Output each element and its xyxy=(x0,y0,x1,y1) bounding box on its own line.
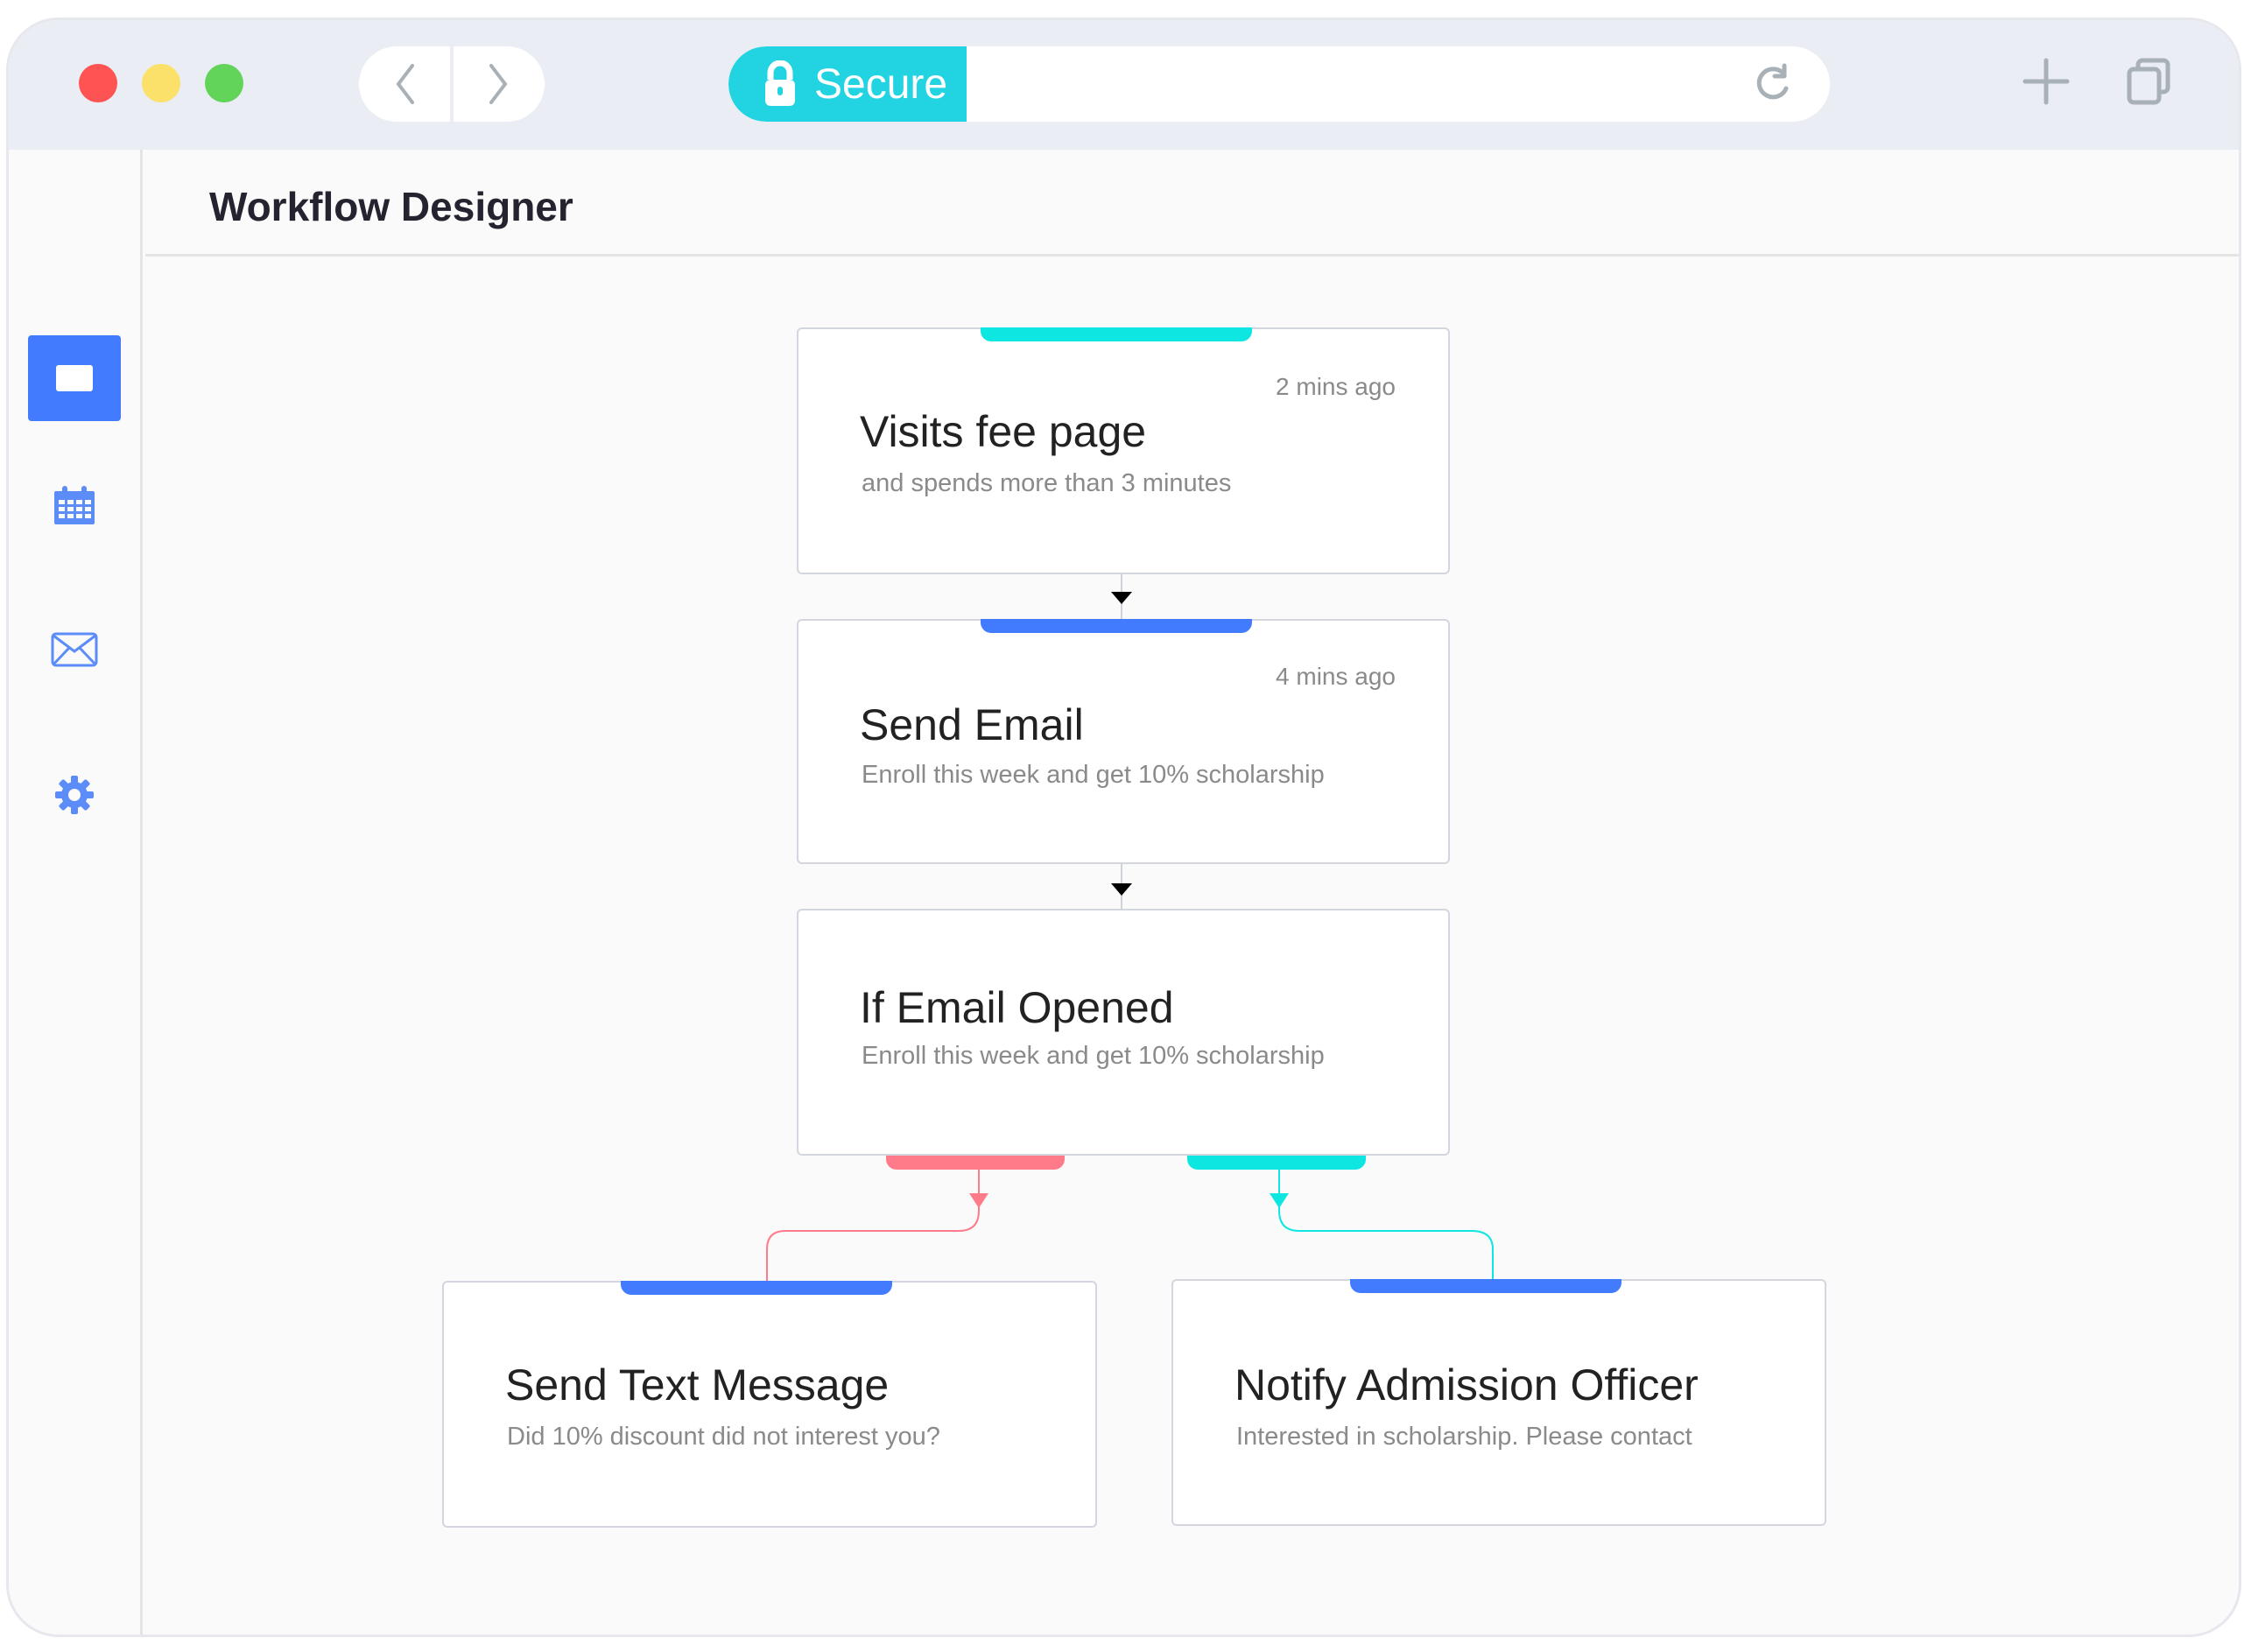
chevron-right-icon xyxy=(489,64,508,104)
chevron-left-icon xyxy=(396,64,414,104)
minimize-window-button[interactable] xyxy=(142,64,180,102)
node-title: If Email Opened xyxy=(860,983,1174,1032)
node-accent-bar xyxy=(1350,1279,1621,1293)
node-subtitle: Enroll this week and get 10% scholarship xyxy=(862,1042,1325,1070)
node-timestamp: 2 mins ago xyxy=(1276,373,1396,400)
node-title: Send Email xyxy=(860,700,1084,749)
maximize-window-button[interactable] xyxy=(205,64,243,102)
address-bar[interactable]: Secure xyxy=(728,46,1830,122)
node-subtitle: Enroll this week and get 10% scholarship xyxy=(862,761,1325,789)
node-subtitle: Did 10% discount did not interest you? xyxy=(507,1423,940,1451)
node-subtitle: Interested in scholarship. Please contac… xyxy=(1236,1423,1692,1451)
navigation-buttons xyxy=(359,46,545,122)
workflow-node-notify-officer[interactable]: Notify Admission Officer Interested in s… xyxy=(1171,1279,1826,1526)
back-button[interactable] xyxy=(359,46,450,122)
close-window-button[interactable] xyxy=(79,64,117,102)
branch-no-handle[interactable] xyxy=(886,1156,1065,1170)
sidebar-item-calendar[interactable] xyxy=(28,463,121,549)
node-accent-bar xyxy=(621,1281,892,1295)
calendar-icon xyxy=(54,486,95,524)
browser-toolbar: Secure xyxy=(9,20,2239,150)
tabs-icon[interactable] xyxy=(2123,55,2176,108)
page-header: Workflow Designer xyxy=(145,150,2239,257)
mail-icon xyxy=(51,632,98,667)
sidebar-item-mail[interactable] xyxy=(28,607,121,692)
gear-icon xyxy=(55,776,94,814)
branch-yes-handle[interactable] xyxy=(1187,1156,1366,1170)
sidebar-item-dashboard[interactable] xyxy=(28,335,121,421)
plus-icon[interactable] xyxy=(2020,55,2072,108)
workflow-node-trigger[interactable]: 2 mins ago Visits fee page and spends mo… xyxy=(797,327,1450,574)
square-icon xyxy=(56,365,93,391)
workflow-node-send-email[interactable]: 4 mins ago Send Email Enroll this week a… xyxy=(797,619,1450,864)
secure-label: Secure xyxy=(814,60,948,108)
node-accent-bar xyxy=(981,327,1252,341)
node-accent-bar xyxy=(981,619,1252,633)
node-title: Send Text Message xyxy=(505,1360,890,1409)
lock-icon xyxy=(765,60,795,106)
workflow-node-condition[interactable]: If Email Opened Enroll this week and get… xyxy=(797,909,1450,1156)
page-title: Workflow Designer xyxy=(209,184,573,229)
workflow-node-send-text[interactable]: Send Text Message Did 10% discount did n… xyxy=(442,1281,1097,1528)
node-title: Notify Admission Officer xyxy=(1235,1360,1699,1409)
secure-badge: Secure xyxy=(728,46,967,122)
sidebar xyxy=(9,150,143,1634)
node-title: Visits fee page xyxy=(860,407,1147,456)
reload-icon[interactable] xyxy=(1751,62,1795,106)
node-subtitle: and spends more than 3 minutes xyxy=(862,469,1232,497)
forward-button[interactable] xyxy=(454,46,545,122)
node-timestamp: 4 mins ago xyxy=(1276,663,1396,690)
sidebar-item-settings[interactable] xyxy=(28,752,121,838)
